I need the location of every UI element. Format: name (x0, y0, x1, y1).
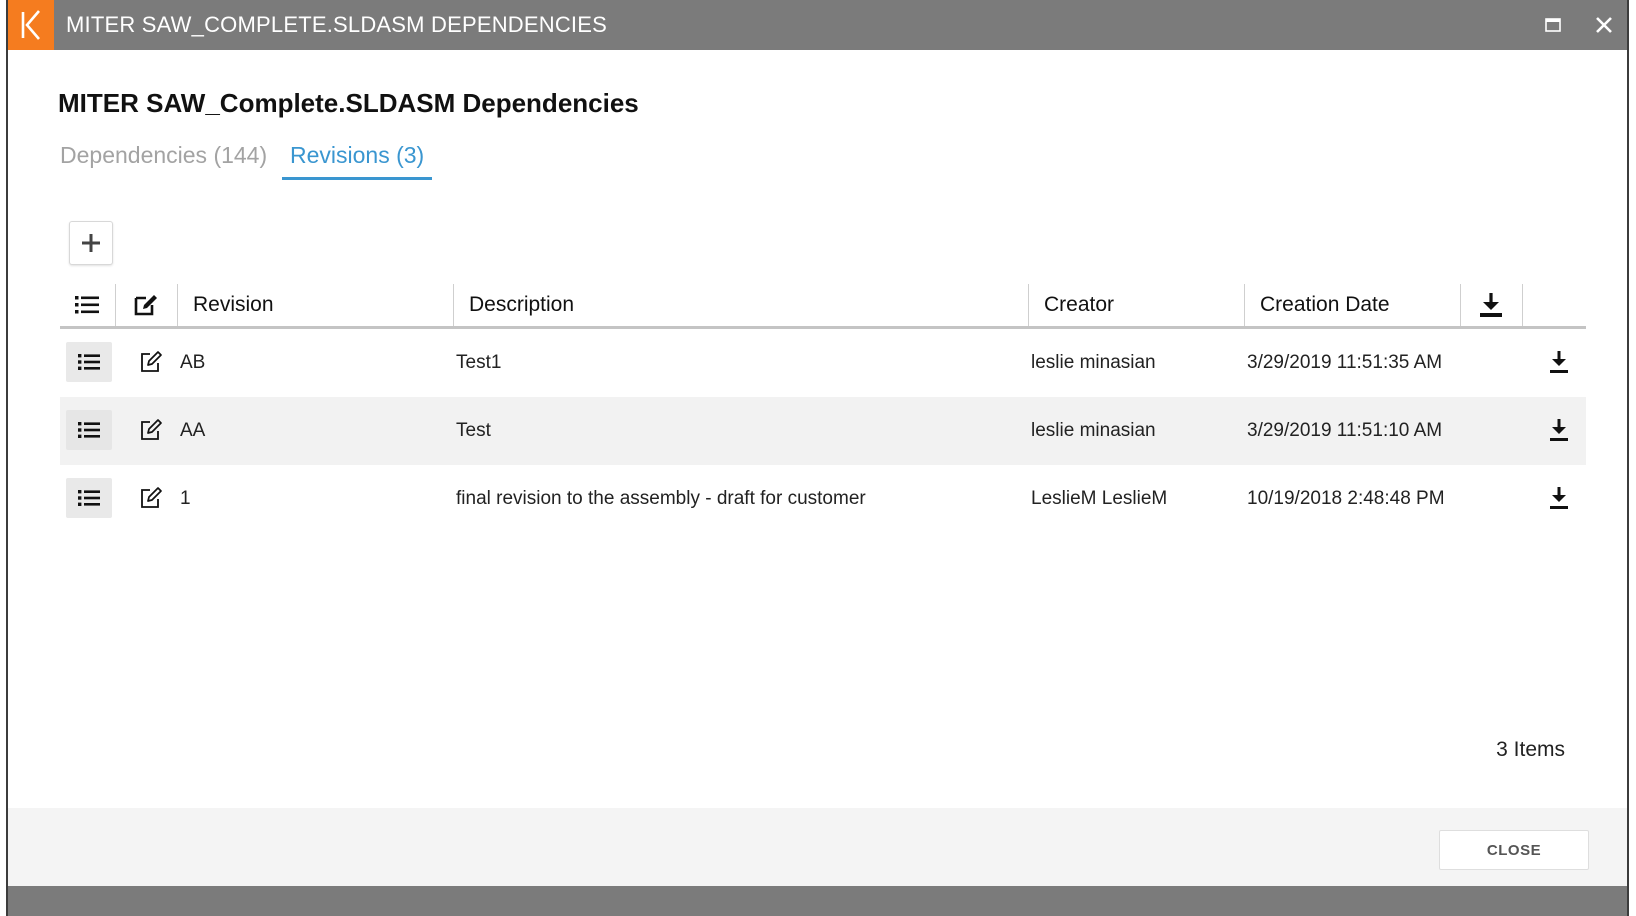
close-button[interactable]: CLOSE (1439, 830, 1589, 870)
cell-description: Test (456, 420, 491, 441)
dialog-footer: CLOSE (8, 808, 1627, 886)
k-logo-icon (8, 0, 54, 50)
edit-icon (141, 487, 162, 508)
page-title: MITER SAW_Complete.SLDASM Dependencies (58, 88, 639, 118)
column-header-creator[interactable]: Creator (1044, 284, 1114, 326)
column-divider (1028, 284, 1029, 326)
items-count: 3 Items (1496, 738, 1565, 761)
bottom-bar (8, 886, 1627, 916)
plus-icon (82, 234, 100, 252)
details-list-button[interactable] (66, 342, 112, 382)
edit-revision-button[interactable] (134, 345, 168, 379)
cell-creation-date: 3/29/2019 11:51:35 AM (1247, 352, 1443, 373)
cell-creator: leslie minasian (1031, 420, 1156, 441)
maximize-icon[interactable] (1541, 13, 1565, 37)
column-divider (177, 284, 178, 326)
header-edit-icon (116, 284, 176, 326)
edit-icon (141, 419, 162, 440)
column-header-creation-date[interactable]: Creation Date (1260, 284, 1390, 326)
table-row[interactable]: AA Test leslie minasian 3/29/2019 11:51:… (60, 397, 1586, 465)
title-bar: MITER SAW_COMPLETE.SLDASM DEPENDENCIES (8, 0, 1627, 50)
download-icon (1550, 419, 1568, 441)
list-icon (78, 490, 100, 506)
download-icon (1550, 351, 1568, 373)
edit-revision-button[interactable] (134, 481, 168, 515)
download-button[interactable] (1542, 481, 1576, 515)
edit-revision-button[interactable] (134, 413, 168, 447)
column-header-revision[interactable]: Revision (193, 284, 274, 326)
cell-creation-date: 3/29/2019 11:51:10 AM (1247, 420, 1443, 441)
details-list-button[interactable] (66, 410, 112, 450)
table-row[interactable]: AB Test1 leslie minasian 3/29/2019 11:51… (60, 329, 1586, 397)
cell-creation-date: 10/19/2018 2:48:48 PM (1247, 488, 1445, 509)
details-list-button[interactable] (66, 478, 112, 518)
close-icon[interactable] (1592, 13, 1616, 37)
header-list-icon (60, 284, 114, 326)
column-divider (1244, 284, 1245, 326)
tab-dependencies[interactable]: Dependencies (144) (52, 142, 275, 177)
header-download-icon[interactable] (1461, 284, 1521, 326)
column-divider (1522, 284, 1523, 326)
table-row[interactable]: 1 final revision to the assembly - draft… (60, 465, 1586, 533)
cell-revision: AB (180, 352, 206, 373)
cell-revision: AA (180, 420, 206, 441)
download-button[interactable] (1542, 345, 1576, 379)
download-button[interactable] (1542, 413, 1576, 447)
list-icon (78, 422, 100, 438)
window-title: MITER SAW_COMPLETE.SLDASM DEPENDENCIES (66, 12, 607, 37)
table-header: Revision Description Creator Creation Da… (60, 284, 1586, 329)
list-icon (78, 354, 100, 370)
column-divider (453, 284, 454, 326)
download-icon (1550, 487, 1568, 509)
add-revision-button[interactable] (69, 221, 113, 265)
revisions-table: Revision Description Creator Creation Da… (60, 284, 1586, 533)
column-header-description[interactable]: Description (469, 284, 574, 326)
cell-description: final revision to the assembly - draft f… (456, 488, 866, 509)
tab-revisions[interactable]: Revisions (3) (282, 142, 433, 180)
cell-creator: LeslieM LeslieM (1031, 488, 1168, 509)
dialog-window: MITER SAW_COMPLETE.SLDASM DEPENDENCIES M… (6, 0, 1629, 916)
edit-icon (141, 351, 162, 372)
cell-revision: 1 (180, 488, 191, 509)
cell-creator: leslie minasian (1031, 352, 1156, 373)
cell-description: Test1 (456, 352, 502, 373)
